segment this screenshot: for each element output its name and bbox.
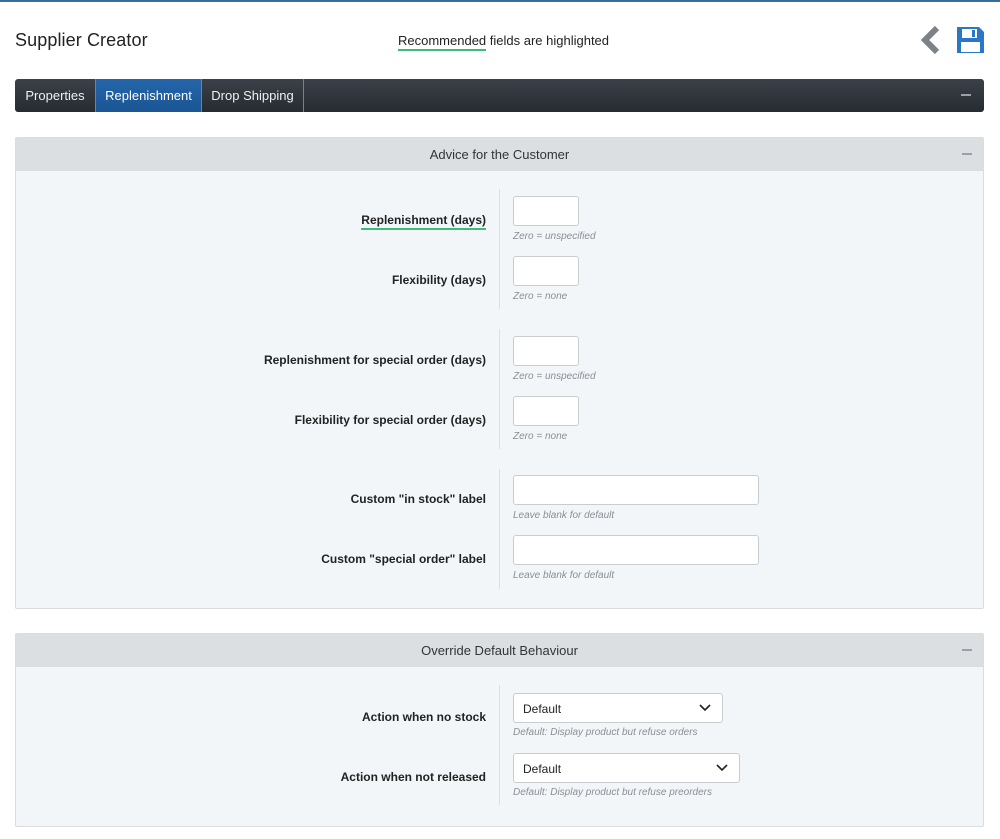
special-order-label-input[interactable]	[513, 535, 759, 565]
in-stock-label-input[interactable]	[513, 475, 759, 505]
tab-properties[interactable]: Properties	[15, 79, 96, 112]
special-order-flexibility-label: Flexibility for special order (days)	[294, 413, 486, 427]
field-divider	[499, 189, 500, 309]
save-button[interactable]	[955, 26, 985, 54]
tabbar-collapse-button[interactable]	[961, 94, 971, 96]
replenishment-days-input[interactable]	[513, 196, 579, 226]
back-button[interactable]	[920, 25, 944, 55]
flexibility-days-input[interactable]	[513, 256, 579, 286]
recommended-highlight: Recommended	[398, 33, 487, 51]
special-order-replenishment-hint: Zero = unspecified	[513, 371, 596, 382]
advice-section: Advice for the Customer Replenishment (d…	[15, 137, 984, 609]
field-divider	[499, 685, 500, 805]
special-order-label-label: Custom "special order" label	[321, 552, 486, 566]
in-stock-label-hint: Leave blank for default	[513, 510, 615, 521]
in-stock-label-label: Custom "in stock" label	[350, 492, 486, 506]
advice-section-header: Advice for the Customer	[16, 138, 983, 171]
special-order-flexibility-hint: Zero = none	[513, 431, 568, 442]
replenishment-days-hint: Zero = unspecified	[513, 231, 596, 242]
special-order-flexibility-input[interactable]	[513, 396, 579, 426]
not-released-action-label: Action when not released	[340, 770, 486, 784]
override-section-header: Override Default Behaviour	[16, 634, 983, 667]
override-section: Override Default Behaviour Action when n…	[15, 633, 984, 827]
special-order-replenishment-label: Replenishment for special order (days)	[263, 353, 486, 367]
special-order-label-hint: Leave blank for default	[513, 570, 615, 581]
chevron-down-icon	[699, 704, 711, 712]
flexibility-days-label: Flexibility (days)	[391, 273, 486, 287]
floppy-disk-icon	[957, 27, 984, 53]
chevron-left-icon	[920, 25, 940, 55]
chevron-down-icon	[716, 764, 728, 772]
advice-section-title: Advice for the Customer	[429, 147, 570, 162]
page-title: Supplier Creator	[15, 30, 148, 50]
replenishment-days-label: Replenishment (days)	[361, 213, 486, 230]
no-stock-action-label: Action when no stock	[361, 710, 486, 724]
tab-bar: Properties Replenishment Drop Shipping	[15, 79, 984, 112]
override-section-title: Override Default Behaviour	[421, 643, 578, 658]
tab-drop-shipping[interactable]: Drop Shipping	[202, 79, 304, 112]
not-released-action-value: Default	[523, 762, 562, 776]
no-stock-action-select[interactable]: Default	[513, 693, 723, 723]
recommended-note: Recommended fields are highlighted	[398, 33, 610, 51]
tab-replenishment[interactable]: Replenishment	[96, 79, 202, 112]
special-order-replenishment-input[interactable]	[513, 336, 579, 366]
advice-collapse-button[interactable]	[962, 153, 972, 155]
no-stock-action-hint: Default: Display product but refuse orde…	[513, 727, 698, 738]
flexibility-days-hint: Zero = none	[513, 291, 568, 302]
no-stock-action-value: Default	[523, 702, 562, 716]
page-header: Supplier Creator Recommended fields are …	[0, 0, 1000, 80]
not-released-action-select[interactable]: Default	[513, 753, 740, 783]
override-collapse-button[interactable]	[962, 649, 972, 651]
not-released-action-hint: Default: Display product but refuse preo…	[513, 787, 712, 798]
field-divider	[499, 329, 500, 449]
recommended-note-text: fields are highlighted	[486, 33, 610, 48]
field-divider	[499, 469, 500, 589]
